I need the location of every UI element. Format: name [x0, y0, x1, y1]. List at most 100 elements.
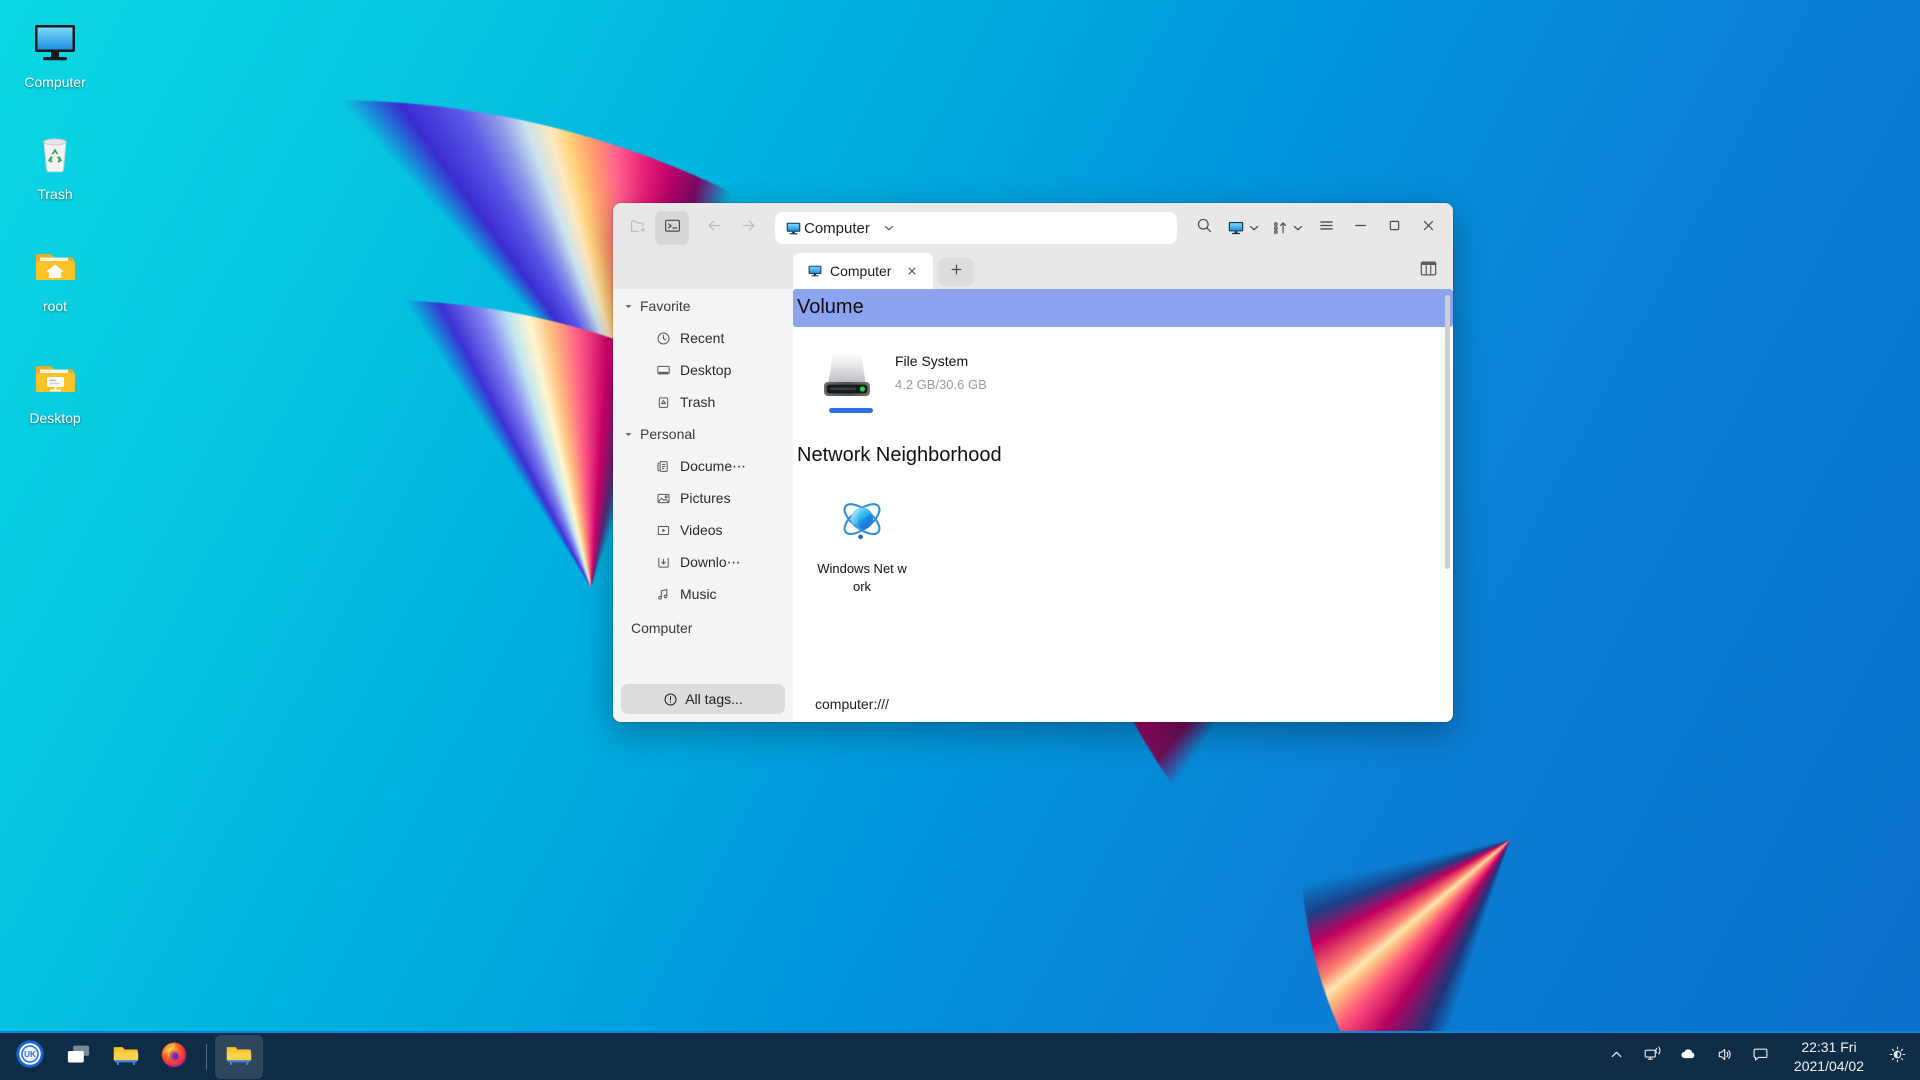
chevron-down-icon — [1291, 221, 1305, 235]
taskbar-window-file-manager[interactable] — [215, 1034, 263, 1079]
sidebar: Favorite Recent Desktop Trash Personal D… — [613, 289, 793, 722]
sidebar-item-documents[interactable]: Docume⋯ — [619, 451, 787, 481]
back-button[interactable] — [697, 211, 731, 245]
caret-down-icon — [623, 302, 633, 311]
chevron-up-icon — [1608, 1046, 1625, 1068]
search-button[interactable] — [1187, 211, 1221, 245]
sidebar-item-downloads[interactable]: Downlo⋯ — [619, 547, 787, 577]
file-manager-icon — [112, 1042, 140, 1072]
sort-icon — [1271, 219, 1289, 237]
firefox-icon — [160, 1040, 188, 1073]
tray-expand-button[interactable] — [1600, 1037, 1634, 1077]
sidebar-group-favorite[interactable]: Favorite — [619, 291, 787, 321]
task-view-button[interactable] — [54, 1035, 102, 1079]
volume-item-file-system[interactable]: File System 4.2 GB/30.6 GB — [807, 337, 1067, 414]
sidebar-item-label: Downlo⋯ — [680, 553, 741, 570]
taskbar: UK 22:31 Fri 2021/04/02 — [0, 1031, 1920, 1080]
volume-name: File System — [895, 353, 969, 369]
sidebar-item-label: Music — [680, 586, 717, 602]
view-mode-button[interactable] — [1221, 211, 1265, 245]
desktop-icon-grid: Computer Trash root Desktop — [0, 8, 110, 456]
file-manager-launcher[interactable] — [102, 1035, 150, 1079]
all-tags-label: All tags... — [685, 691, 743, 707]
plus-icon — [949, 262, 964, 282]
search-icon — [1195, 216, 1214, 240]
sidebar-group-label: Personal — [640, 426, 696, 442]
trash-icon — [31, 130, 79, 178]
svg-text:UK: UK — [24, 1050, 36, 1059]
scrollbar-thumb[interactable] — [1445, 295, 1450, 569]
firefox-launcher[interactable] — [150, 1035, 198, 1079]
sidebar-item-trash[interactable]: Trash — [619, 387, 787, 417]
desktop-icon-label: Trash — [37, 186, 73, 202]
desktop-icon-label: Computer — [24, 74, 86, 90]
sidebar-item-label: Recent — [680, 330, 725, 346]
file-manager-window[interactable]: Computer Computer Favorite Recent Deskto… — [613, 203, 1453, 722]
forward-button[interactable] — [731, 211, 765, 245]
sidebar-scroll-area[interactable]: Favorite Recent Desktop Trash Personal D… — [613, 291, 793, 680]
sidebar-item-label: Videos — [680, 522, 723, 538]
all-tags-button[interactable]: All tags... — [621, 684, 785, 714]
tray-network-button[interactable] — [1636, 1037, 1670, 1077]
tab-computer[interactable]: Computer — [793, 253, 933, 289]
arrow-right-icon — [739, 216, 758, 240]
sidebar-item-videos[interactable]: Videos — [619, 515, 787, 545]
content-scrollbar[interactable] — [1445, 295, 1450, 646]
tab-close-button[interactable] — [904, 263, 920, 279]
tray-volume-button[interactable] — [1708, 1037, 1742, 1077]
new-tab-button[interactable] — [939, 258, 973, 286]
sidebar-group-personal[interactable]: Personal — [619, 419, 787, 449]
section-header-volume[interactable]: Volume — [793, 289, 1453, 327]
sidebar-item-music[interactable]: Music — [619, 579, 787, 609]
desktop-icon-computer[interactable]: Computer — [5, 8, 105, 114]
sidebar-item-recent[interactable]: Recent — [619, 323, 787, 353]
close-button[interactable] — [1411, 211, 1445, 245]
sidebar-item-label: Docume⋯ — [680, 457, 747, 474]
section-header-network-neighborhood[interactable]: Network Neighborhood — [793, 437, 1453, 475]
desktop-icon-desktop[interactable]: Desktop — [5, 344, 105, 450]
brightness-toggle-button[interactable] — [1880, 1037, 1914, 1077]
volume-grid: File System 4.2 GB/30.6 GB — [793, 327, 1453, 420]
trash-icon — [655, 395, 671, 410]
taskbar-launchers: UK — [0, 1034, 263, 1079]
maximize-button[interactable] — [1377, 211, 1411, 245]
close-icon — [1419, 216, 1438, 240]
network-item-windows-network[interactable]: Windows Net work — [807, 485, 917, 602]
desktop-icon-root[interactable]: root — [5, 232, 105, 338]
picture-icon — [655, 491, 671, 506]
document-icon — [655, 459, 671, 474]
home-folder-icon — [31, 242, 79, 290]
menu-button[interactable] — [1309, 211, 1343, 245]
desktop-icon-trash[interactable]: Trash — [5, 120, 105, 226]
caret-down-icon — [623, 430, 633, 439]
new-folder-button[interactable] — [621, 211, 655, 245]
sidebar-item-pictures[interactable]: Pictures — [619, 483, 787, 513]
sidebar-item-computer[interactable]: Computer — [619, 613, 787, 643]
chevron-down-icon[interactable] — [882, 221, 896, 235]
desktop-icon-label: Desktop — [29, 410, 81, 426]
minimize-button[interactable] — [1343, 211, 1377, 245]
new-folder-icon — [629, 216, 648, 240]
volume-size: 4.2 GB/30.6 GB — [895, 377, 987, 392]
detail-panel-toggle-button[interactable] — [1415, 259, 1441, 283]
sidebar-group-label: Favorite — [640, 298, 691, 314]
start-menu-button[interactable]: UK — [6, 1035, 54, 1079]
sun-moon-icon — [1888, 1045, 1907, 1069]
address-crumb[interactable]: Computer — [804, 220, 870, 237]
sort-button[interactable] — [1265, 211, 1309, 245]
content-area: Volume File System 4.2 GB/30.6 GB Networ… — [793, 289, 1453, 722]
sidebar-item-desktop[interactable]: Desktop — [619, 355, 787, 385]
tray-weather-button[interactable] — [1672, 1037, 1706, 1077]
open-terminal-button[interactable] — [655, 211, 689, 245]
desktop[interactable]: Computer Trash root Desktop Computer Com… — [0, 0, 1920, 1080]
computer-icon — [807, 263, 823, 279]
content-scroll-area[interactable]: Volume File System 4.2 GB/30.6 GB Networ… — [793, 289, 1453, 686]
address-bar[interactable]: Computer — [775, 212, 1177, 244]
tray-notifications-button[interactable] — [1744, 1037, 1778, 1077]
minimize-icon — [1351, 216, 1370, 240]
window-body: Favorite Recent Desktop Trash Personal D… — [613, 289, 1453, 722]
clock-icon — [655, 331, 671, 346]
taskbar-clock[interactable]: 22:31 Fri 2021/04/02 — [1780, 1038, 1878, 1076]
download-icon — [655, 555, 671, 570]
music-icon — [655, 587, 671, 602]
